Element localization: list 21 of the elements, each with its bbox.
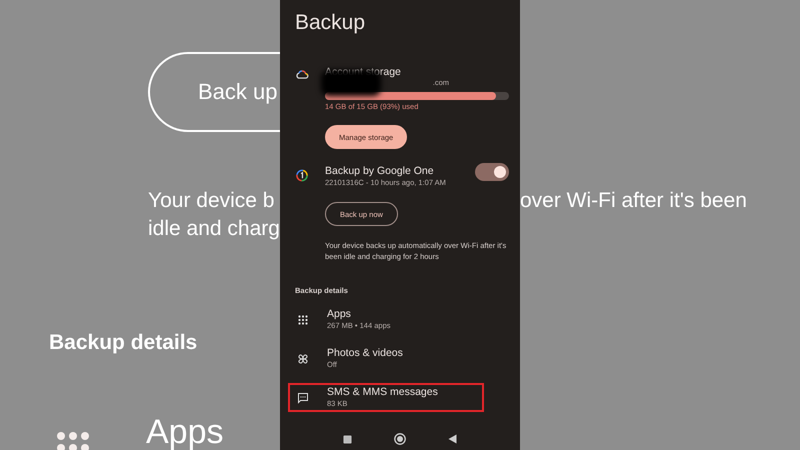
section-heading: Backup details — [49, 331, 198, 355]
apps-grid-icon — [56, 431, 90, 450]
description-text: Your device b — [148, 188, 276, 214]
screen-title: Backup — [295, 10, 366, 36]
one-badge-icon — [295, 169, 309, 182]
backup-title: Backup by Google One — [325, 165, 435, 178]
item-title: Apps — [327, 308, 352, 321]
description-text: over Wi-Fi after it's been — [520, 188, 748, 214]
recents-icon[interactable] — [343, 434, 352, 444]
home-icon[interactable] — [394, 433, 406, 445]
back-icon[interactable] — [448, 434, 457, 444]
pinwheel-icon — [297, 352, 309, 364]
item-title: Photos & videos — [327, 347, 403, 360]
item-title: Apps — [146, 415, 224, 449]
apps-grid-icon — [297, 314, 309, 324]
backup-toggle[interactable] — [475, 163, 509, 181]
message-icon — [297, 392, 309, 404]
cloud-icon — [295, 70, 309, 79]
description-text: idle and charg — [148, 216, 280, 242]
storage-title: Account storage — [325, 66, 402, 79]
item-title: SMS & MMS messages — [327, 386, 438, 399]
